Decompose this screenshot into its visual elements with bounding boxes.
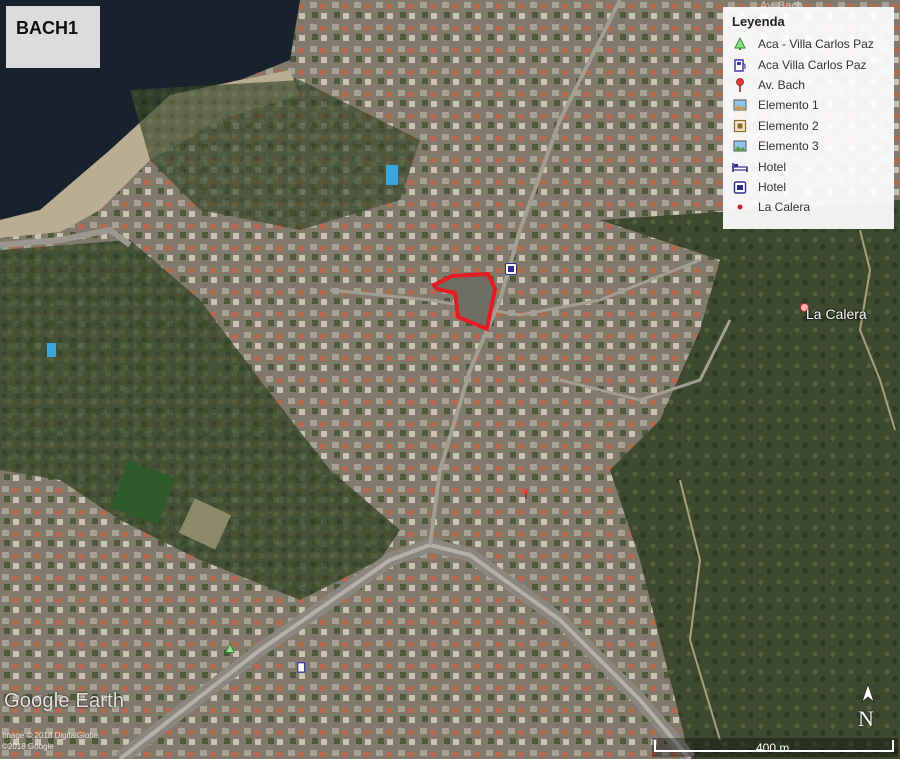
- legend-item-label: Elemento 1: [758, 98, 819, 113]
- legend-item-elemento-2[interactable]: Elemento 2: [732, 116, 894, 136]
- legend-item-aca-gas[interactable]: Aca Villa Carlos Paz: [732, 54, 894, 74]
- imagery-credits: Image © 2018 DigitalGlobe ©2018 Google: [2, 730, 98, 752]
- map-title-box: BACH1: [6, 6, 100, 68]
- green-tree-icon: [732, 36, 748, 52]
- hotel-marker[interactable]: [505, 262, 517, 280]
- north-arrow: N: [856, 682, 880, 732]
- red-dot-icon: [732, 199, 748, 215]
- north-label: N: [858, 706, 874, 731]
- legend-item-elemento-3[interactable]: Elemento 3: [732, 136, 894, 156]
- north-arrow-icon: [861, 682, 875, 704]
- legend-item-hotel-building[interactable]: Hotel: [732, 177, 894, 197]
- credit-line: ©2018 Google: [2, 742, 54, 751]
- google-earth-logo: Google Earth: [4, 690, 125, 712]
- building-icon: [732, 179, 748, 195]
- legend-panel: Leyenda Aca - Villa Carlos Paz Aca Villa…: [723, 7, 894, 229]
- legend-title: Leyenda: [732, 14, 785, 29]
- legend-item-label: Hotel: [758, 159, 787, 174]
- satellite-map[interactable]: Av. Bach BACH1 Leyenda Aca - Villa Carlo…: [0, 0, 900, 759]
- aca-gas-marker[interactable]: [296, 660, 308, 678]
- map-title: BACH1: [16, 18, 79, 38]
- green-tree-icon: [225, 642, 235, 653]
- legend-item-av-bach[interactable]: Av. Bach: [732, 75, 894, 95]
- gas-station-icon: [297, 662, 306, 673]
- av-bach-pin-marker[interactable]: [521, 487, 531, 505]
- legend-item-aca-tree[interactable]: Aca - Villa Carlos Paz: [732, 34, 894, 54]
- aca-tree-marker[interactable]: [224, 642, 236, 660]
- legend-item-hotel-bed[interactable]: Hotel: [732, 156, 894, 176]
- red-pin-icon: [732, 77, 748, 93]
- scale-label: 400 m: [756, 741, 790, 755]
- legend-item-label: Elemento 2: [758, 118, 819, 133]
- legend-item-label: Elemento 3: [758, 139, 819, 154]
- square-marker-icon: [732, 118, 748, 134]
- la-calera-label: La Calera: [806, 306, 867, 322]
- red-pin-icon: [523, 489, 529, 499]
- legend-item-label: Av. Bach: [758, 77, 805, 92]
- legend-item-label: Aca - Villa Carlos Paz: [758, 37, 874, 52]
- photo-icon: [732, 97, 748, 113]
- legend-item-label: Aca Villa Carlos Paz: [758, 57, 867, 72]
- bed-icon: [732, 159, 748, 175]
- building-icon: [505, 263, 517, 275]
- legend-item-la-calera[interactable]: La Calera: [732, 197, 894, 217]
- photo-icon: [732, 138, 748, 154]
- credit-line: Image © 2018 DigitalGlobe: [2, 731, 99, 740]
- legend-item-label: Hotel: [758, 179, 787, 194]
- legend-item-elemento-1[interactable]: Elemento 1: [732, 95, 894, 115]
- scale-bar: 400 m: [652, 738, 898, 757]
- gas-station-icon: [732, 57, 748, 73]
- legend-item-label: La Calera: [758, 200, 811, 215]
